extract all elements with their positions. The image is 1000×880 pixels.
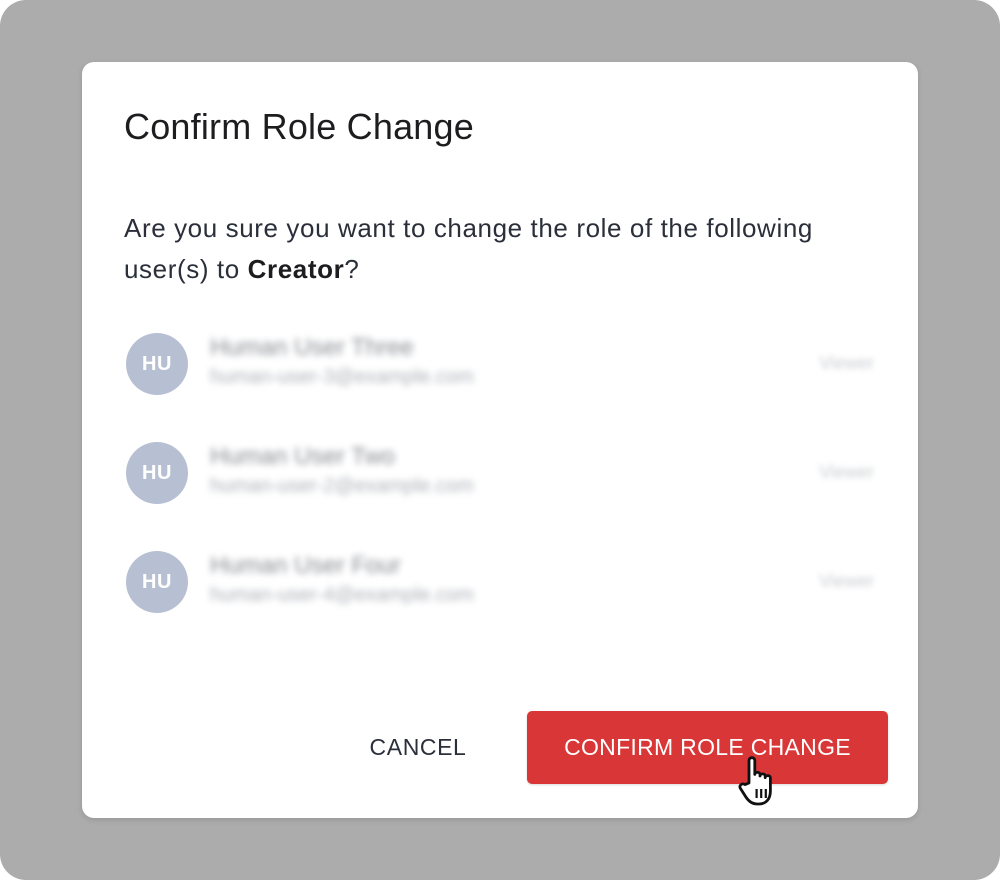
message-punctuation: ? (344, 254, 360, 284)
user-email: human-user-3@example.com (210, 366, 474, 388)
user-name: Human User Three (210, 334, 414, 361)
confirm-role-change-dialog: Confirm Role Change Are you sure you wan… (82, 62, 918, 818)
user-email: human-user-4@example.com (210, 584, 474, 606)
user-email: human-user-2@example.com (210, 475, 474, 497)
user-info: Human User Two human-user-2@example.com (210, 442, 474, 500)
target-role: Creator (247, 254, 345, 284)
user-current-role: Viewer (819, 571, 874, 591)
dialog-title: Confirm Role Change (124, 106, 474, 147)
user-list-item: HU Human User Four human-user-4@example.… (126, 551, 874, 613)
avatar: HU (126, 551, 188, 613)
message-text: Are you sure you want to change the role… (124, 213, 813, 284)
dialog-message: Are you sure you want to change the role… (124, 208, 844, 290)
confirm-role-change-button[interactable]: CONFIRM ROLE CHANGE (527, 711, 888, 784)
user-current-role: Viewer (819, 353, 874, 373)
user-list-item: HU Human User Three human-user-3@example… (126, 333, 874, 395)
avatar: HU (126, 333, 188, 395)
user-list-item: HU Human User Two human-user-2@example.c… (126, 442, 874, 504)
user-name: Human User Two (210, 443, 395, 470)
user-current-role: Viewer (819, 462, 874, 482)
user-info: Human User Three human-user-3@example.co… (210, 333, 474, 391)
cancel-button[interactable]: CANCEL (350, 712, 486, 782)
avatar: HU (126, 442, 188, 504)
user-name: Human User Four (210, 552, 401, 579)
user-info: Human User Four human-user-4@example.com (210, 551, 474, 609)
